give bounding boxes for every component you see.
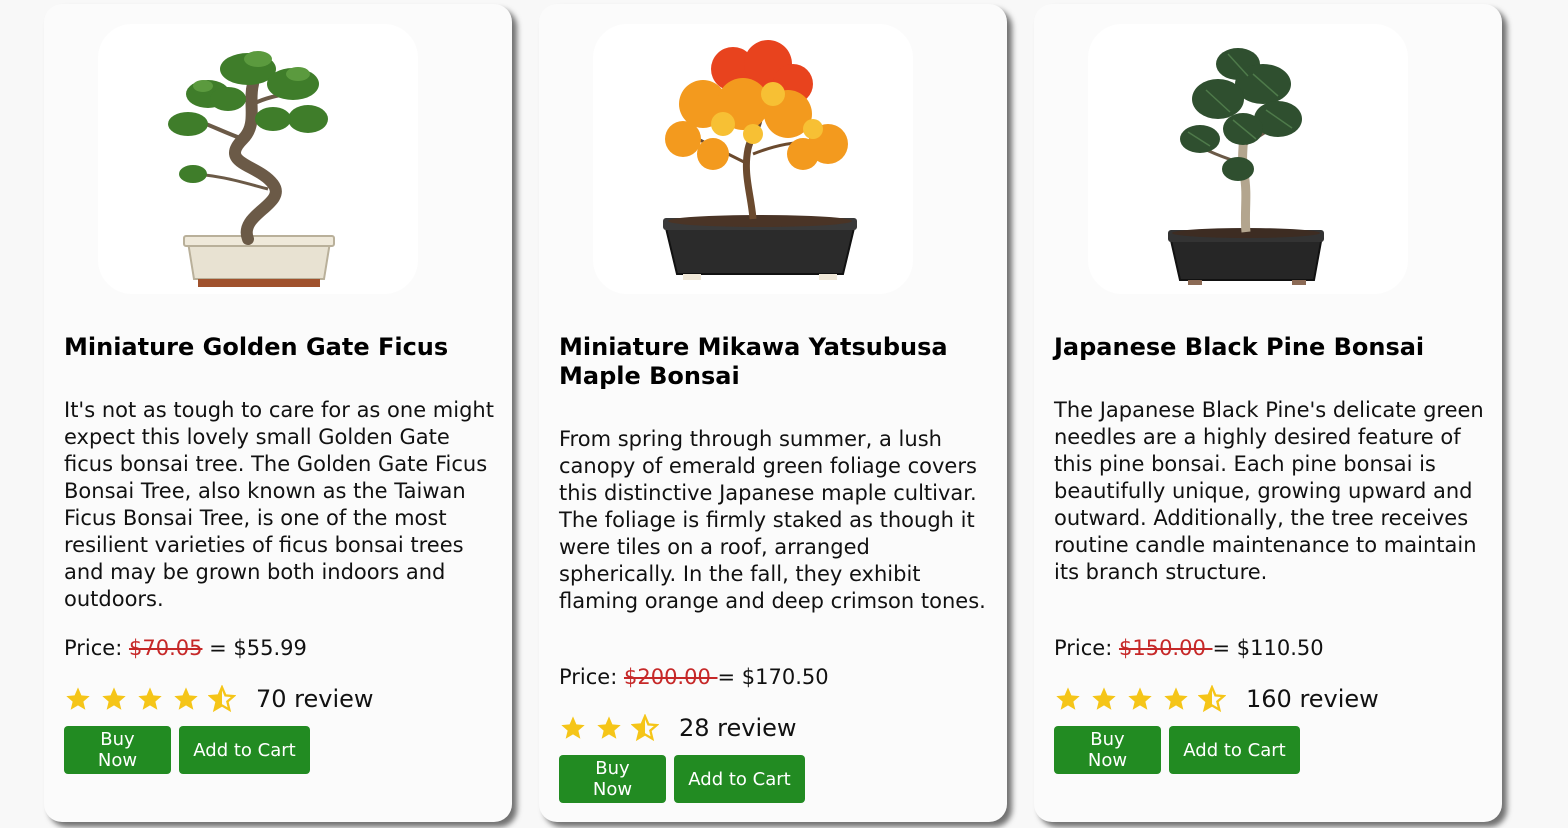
review-count: 70 review (256, 685, 374, 713)
review-count: 160 review (1246, 685, 1379, 713)
product-card: Japanese Black Pine Bonsai The Japanese … (1034, 4, 1502, 822)
price-label: Price: (64, 636, 129, 660)
product-description: It's not as tough to care for as one mig… (64, 398, 494, 611)
product-title: Japanese Black Pine Bonsai (1054, 333, 1425, 361)
price-label: Price: (1054, 636, 1119, 660)
add-to-cart-button[interactable]: Add to Cart (674, 755, 805, 803)
old-price: $150.00 (1118, 636, 1213, 660)
button-group: Buy Now Add to Cart (64, 726, 310, 774)
buy-now-button[interactable]: Buy Now (64, 726, 171, 774)
product-title: Miniature Golden Gate Ficus (64, 333, 449, 361)
add-to-cart-button[interactable]: Add to Cart (1169, 726, 1300, 774)
star-full-icon (559, 714, 587, 742)
price-equals: = (202, 636, 234, 660)
star-half-icon (1198, 685, 1226, 713)
new-price: $170.50 (741, 665, 829, 689)
star-full-icon (172, 685, 200, 713)
star-half-icon (631, 714, 659, 742)
price-label: Price: (559, 665, 624, 689)
price-equals: = (1212, 636, 1237, 660)
old-price: $200.00 (623, 665, 718, 689)
rating: 28 review (559, 711, 987, 745)
review-count: 28 review (679, 714, 797, 742)
add-to-cart-button[interactable]: Add to Cart (179, 726, 310, 774)
new-price: $55.99 (233, 636, 307, 660)
product-price: Price: $70.05 = $55.99 (64, 635, 492, 662)
new-price: $110.50 (1236, 636, 1324, 660)
product-title: Miniature Mikawa Yatsubusa Maple Bonsai (559, 333, 948, 390)
button-group: Buy Now Add to Cart (1054, 726, 1300, 774)
star-full-icon (100, 685, 128, 713)
star-full-icon (1054, 685, 1082, 713)
product-description: From spring through summer, a lush canop… (559, 427, 986, 613)
buy-now-button[interactable]: Buy Now (559, 755, 666, 803)
product-card: Miniature Golden Gate Ficus It's not as … (44, 4, 512, 822)
rating: 160 review (1054, 682, 1482, 716)
star-full-icon (1126, 685, 1154, 713)
star-half-icon (208, 685, 236, 713)
product-card: Miniature Mikawa Yatsubusa Maple Bonsai … (539, 4, 1007, 822)
product-image-maple (593, 24, 913, 294)
star-full-icon (64, 685, 92, 713)
star-full-icon (595, 714, 623, 742)
button-group: Buy Now Add to Cart (559, 755, 805, 803)
star-full-icon (1162, 685, 1190, 713)
old-price: $70.05 (128, 636, 203, 660)
product-description: The Japanese Black Pine's delicate green… (1054, 398, 1484, 584)
product-price: Price: $150.00 = $110.50 (1054, 635, 1482, 662)
star-full-icon (1090, 685, 1118, 713)
product-image-black-pine (1088, 24, 1408, 294)
rating: 70 review (64, 682, 492, 716)
star-full-icon (136, 685, 164, 713)
product-grid: Miniature Golden Gate Ficus It's not as … (0, 0, 1568, 828)
product-image-ficus (98, 24, 418, 294)
buy-now-button[interactable]: Buy Now (1054, 726, 1161, 774)
price-equals: = (717, 665, 742, 689)
product-price: Price: $200.00 = $170.50 (559, 664, 987, 691)
